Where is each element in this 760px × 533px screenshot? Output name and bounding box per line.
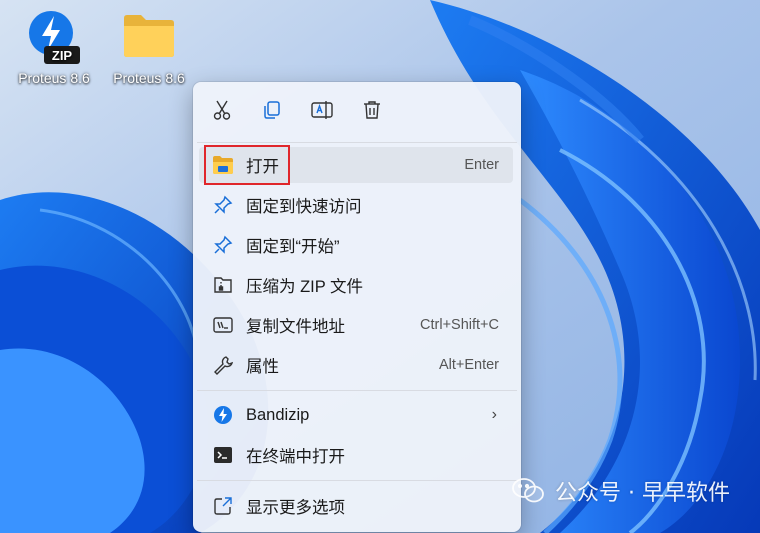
- copy-icon: [261, 99, 283, 126]
- desktop-icon-label: Proteus 8.6: [113, 70, 185, 86]
- menu-item-pin-quick-access[interactable]: 固定到快速访问: [199, 187, 513, 223]
- menu-item-copy-path[interactable]: 复制文件地址 Ctrl+Shift+C: [199, 307, 513, 343]
- zip-badge-text: ZIP: [52, 48, 73, 63]
- menu-item-shortcut: Alt+Enter: [438, 357, 499, 373]
- menu-item-properties[interactable]: 属性 Alt+Enter: [199, 347, 513, 383]
- menu-item-label: Bandizip: [246, 405, 310, 424]
- rename-icon: [310, 99, 334, 126]
- more-options-icon: [211, 494, 235, 518]
- menu-item-label: 显示更多选项: [246, 499, 345, 517]
- menu-item-open-terminal[interactable]: 在终端中打开: [199, 437, 513, 473]
- copy-path-icon: [211, 313, 235, 337]
- menu-divider: [197, 390, 517, 391]
- context-menu-toolbar: [193, 82, 521, 142]
- menu-item-label: 固定到快速访问: [246, 198, 362, 216]
- zip-compress-icon: [211, 273, 235, 297]
- context-menu: 打开 Enter 固定到快速访问 固定到“开始” 压缩为 ZIP 文件 复制文件…: [193, 82, 521, 532]
- pin-icon: [211, 233, 235, 257]
- menu-item-label: 固定到“开始”: [246, 238, 340, 256]
- zip-archive-icon: ZIP: [26, 8, 82, 64]
- menu-item-label: 复制文件地址: [246, 318, 345, 336]
- watermark-text: 公众号 · 早早软件: [555, 481, 730, 506]
- copy-button[interactable]: [256, 96, 288, 128]
- cut-button[interactable]: [206, 96, 238, 128]
- desktop-icon-label: Proteus 8.6: [18, 70, 90, 86]
- folder-open-icon: [211, 153, 235, 177]
- desktop-icon-zip[interactable]: ZIP Proteus 8.6: [8, 8, 100, 86]
- menu-item-more-options[interactable]: 显示更多选项: [199, 488, 513, 524]
- rename-button[interactable]: [306, 96, 338, 128]
- menu-item-open[interactable]: 打开 Enter: [199, 147, 513, 183]
- menu-item-compress-zip[interactable]: 压缩为 ZIP 文件: [199, 267, 513, 303]
- terminal-icon: [211, 443, 235, 467]
- watermark: 公众号 · 早早软件: [511, 475, 730, 507]
- menu-item-label: 属性: [246, 358, 279, 376]
- menu-item-bandizip[interactable]: Bandizip ›: [199, 397, 513, 433]
- bandizip-icon: [211, 403, 235, 427]
- menu-item-label: 在终端中打开: [246, 448, 345, 466]
- scissors-icon: [211, 99, 233, 126]
- menu-item-shortcut: Enter: [464, 157, 499, 173]
- folder-icon: [121, 8, 177, 64]
- menu-item-shortcut: Ctrl+Shift+C: [420, 317, 499, 333]
- wrench-icon: [211, 353, 235, 377]
- menu-item-label: 压缩为 ZIP 文件: [246, 278, 364, 296]
- delete-button[interactable]: [356, 96, 388, 128]
- menu-item-label: 打开: [246, 158, 279, 176]
- menu-divider: [197, 480, 517, 481]
- menu-item-pin-start[interactable]: 固定到“开始”: [199, 227, 513, 263]
- trash-icon: [361, 99, 383, 126]
- menu-divider: [197, 142, 517, 143]
- wechat-icon: [511, 477, 545, 505]
- desktop-icon-folder[interactable]: Proteus 8.6: [103, 8, 195, 86]
- chevron-right-icon: ›: [491, 406, 497, 423]
- pin-icon: [211, 193, 235, 217]
